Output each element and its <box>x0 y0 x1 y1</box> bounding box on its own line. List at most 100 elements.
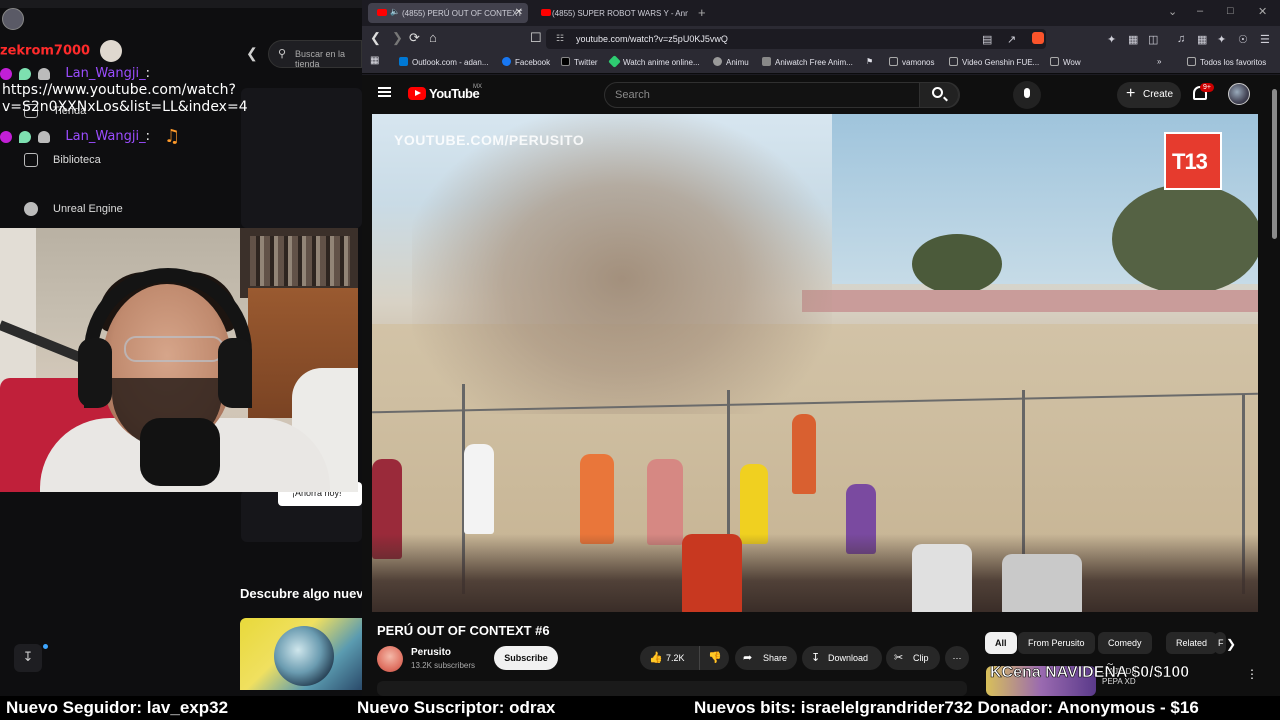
flame-badge-icon <box>38 67 51 80</box>
webcam-feed <box>0 228 358 492</box>
site-info-icon[interactable]: ☷ <box>556 33 564 44</box>
create-button[interactable]: + Create <box>1117 82 1181 108</box>
chat-username: Lan_Wangji_ <box>65 66 146 81</box>
bookmark-outlook[interactable]: Outlook.com - adan... <box>399 57 488 67</box>
bookmark-label: Watch anime online... <box>623 58 700 67</box>
tab-list-icon[interactable]: ⌄ <box>1168 5 1177 18</box>
game-art-card[interactable] <box>240 618 362 690</box>
sidebar-toggle-icon[interactable]: ◫ <box>1148 33 1158 46</box>
outlook-icon <box>399 57 408 66</box>
video-watermark: YOUTUBE.COM/PERUSITO <box>394 132 585 148</box>
bookmark-animu[interactable]: Animu <box>713 57 749 67</box>
bookmark-facebook[interactable]: Facebook <box>502 57 550 67</box>
tab-super-robot-wars[interactable]: (4855) SUPER ROBOT WARS Y - Anno <box>532 3 688 23</box>
maximize-icon[interactable]: □ <box>1227 5 1234 17</box>
home-icon[interactable]: ⌂ <box>429 30 437 45</box>
leo-icon[interactable]: ✦ <box>1217 33 1226 46</box>
search-button[interactable] <box>919 82 959 108</box>
bookmark-vamonos[interactable]: vamonos <box>889 57 934 67</box>
brave-shields-icon[interactable] <box>1032 32 1044 44</box>
store-card[interactable] <box>241 88 362 228</box>
back-chevron-icon[interactable]: ❮ <box>246 45 258 62</box>
new-tab-icon[interactable]: + <box>698 5 706 20</box>
sidebar-item-biblioteca[interactable]: Biblioteca <box>24 153 101 167</box>
chip-comedy[interactable]: Comedy <box>1098 632 1152 654</box>
bookmark-all-favorites[interactable]: Todos los favoritos <box>1187 57 1266 67</box>
back-icon[interactable]: ❮ <box>370 30 381 46</box>
bookmark-label: Outlook.com - adan... <box>412 58 489 67</box>
download-button[interactable]: ↧ Download <box>802 646 882 670</box>
hamburger-menu-icon[interactable] <box>378 87 391 97</box>
spectator <box>682 534 742 612</box>
tab-label: (4855) SUPER ROBOT WARS Y - Anno <box>552 9 688 18</box>
chat-avatar <box>2 8 24 30</box>
dislike-button[interactable]: 👎 <box>699 646 729 670</box>
share-page-icon[interactable]: ↗ <box>1007 33 1016 46</box>
character-art <box>274 626 334 686</box>
more-icon: ⋯ <box>952 653 962 663</box>
account-avatar[interactable] <box>1228 83 1250 105</box>
chip-from-perusito[interactable]: From Perusito <box>1018 632 1095 654</box>
t13-logo: T13 <box>1164 132 1222 190</box>
spectator <box>792 414 816 494</box>
minimize-icon[interactable]: – <box>1197 5 1203 17</box>
apps-grid-icon[interactable]: ▦ <box>370 55 379 66</box>
download-icon[interactable]: ↧ <box>14 644 42 672</box>
youtube-region: MX <box>473 84 482 90</box>
chip-related[interactable]: Related <box>1166 632 1218 654</box>
search-icon <box>932 87 943 98</box>
wallet-icon[interactable]: ▦ <box>1197 33 1207 46</box>
cam-earcup-right <box>218 338 252 408</box>
chat-link-text[interactable]: https://www.youtube.com/watch? v=S2n0XXN… <box>2 82 248 116</box>
unreal-icon <box>24 202 38 216</box>
youtube-logo-icon[interactable] <box>408 87 426 100</box>
scrollbar[interactable] <box>1272 89 1277 239</box>
youtube-search-input[interactable]: Search <box>604 82 960 108</box>
like-count: 7.2K <box>666 653 685 663</box>
more-actions-button[interactable]: ⋯ <box>945 646 969 670</box>
subscribe-button[interactable]: Subscribe <box>494 646 558 670</box>
microphone-icon <box>140 418 220 486</box>
store-search-input[interactable]: ⚲ Buscar en la tienda <box>268 40 362 69</box>
reader-icon[interactable]: ▤ <box>982 33 992 46</box>
speaker-icon[interactable]: 🔈 <box>390 7 400 16</box>
more-bookmarks-icon[interactable]: » <box>1157 57 1161 66</box>
description-box[interactable] <box>377 681 967 696</box>
voice-search-icon[interactable] <box>1013 81 1041 109</box>
vpn-icon[interactable]: ☉ <box>1238 33 1248 46</box>
reload-icon[interactable]: ⟳ <box>409 30 420 46</box>
bookmark-wow[interactable]: Wow <box>1050 57 1081 67</box>
video-crowd <box>372 534 1258 612</box>
chip-all[interactable]: All <box>985 632 1017 654</box>
flag-icon[interactable]: ⚑ <box>866 57 873 66</box>
menu-icon[interactable]: ☰ <box>1260 33 1270 46</box>
extensions-icon[interactable]: ✦ <box>1107 33 1116 46</box>
facebook-icon <box>502 57 511 66</box>
close-tab-icon[interactable]: ✕ <box>515 7 523 18</box>
bookmark-aniwatch[interactable]: Aniwatch Free Anim... <box>762 57 853 67</box>
share-button[interactable]: ➦ Share <box>735 646 797 670</box>
video-player[interactable]: YOUTUBE.COM/PERUSITO T13 <box>372 114 1258 612</box>
youtube-logo-text[interactable]: YouTube <box>429 86 480 101</box>
drop-badge-icon <box>19 130 32 143</box>
puzzle-icon[interactable]: ▦ <box>1128 33 1138 46</box>
url-field[interactable]: ☷ youtube.com/watch?v=z5pU0KJ5vwQ <box>546 29 1046 49</box>
media-icon[interactable]: ♫ <box>1177 33 1185 45</box>
channel-avatar[interactable] <box>377 646 403 672</box>
more-options-icon[interactable]: ⋮ <box>1246 667 1258 681</box>
close-window-icon[interactable]: ✕ <box>1258 5 1267 18</box>
bookmark-icon[interactable]: ☐ <box>530 30 542 46</box>
bookmark-watch-anime[interactable]: Watch anime online... <box>608 55 700 68</box>
channel-name[interactable]: Perusito <box>411 647 451 658</box>
bookmark-genshin[interactable]: Video Genshin FUE... <box>949 57 1039 67</box>
download-label: Download <box>828 653 869 663</box>
sidebar-item-unreal[interactable]: Unreal Engine <box>24 202 123 216</box>
clip-button[interactable]: ✂ Clip <box>886 646 940 670</box>
bookmark-twitter[interactable]: Twitter <box>561 57 598 67</box>
chip-partial[interactable]: F <box>1214 632 1226 654</box>
tab-peru[interactable]: 🔈 (4855) PERÚ OUT OF CONTEXT ✕ <box>368 3 528 23</box>
cam-shelf-items <box>250 236 350 286</box>
forward-icon[interactable]: ❯ <box>392 30 403 46</box>
folder-icon <box>949 57 958 66</box>
chevron-right-icon[interactable]: ❯ <box>1226 637 1236 651</box>
